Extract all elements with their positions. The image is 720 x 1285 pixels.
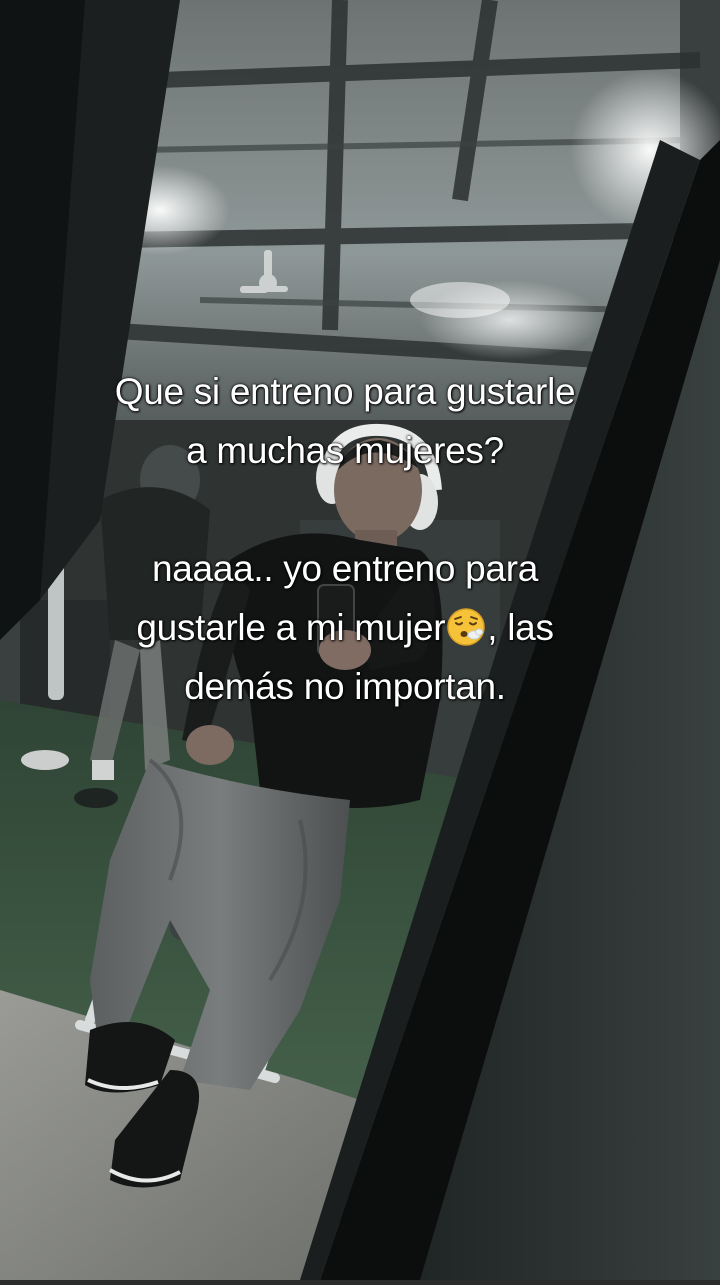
sighing-face-emoji-icon xyxy=(447,608,486,646)
caption-line-5: demás no importan. xyxy=(184,666,506,707)
caption-line-4-text: gustarle a mi mujer xyxy=(136,607,446,648)
caption-line-4-tail: , las xyxy=(487,607,554,648)
overlay-caption: Que si entreno para gustarle a muchas mu… xyxy=(20,362,670,716)
caption-line-2: a muchas mujeres? xyxy=(186,430,504,471)
caption-line-4: gustarle a mi mujer , las xyxy=(20,598,670,657)
caption-line-3: naaaa.. yo entreno para xyxy=(151,548,538,589)
caption-line-1: Que si entreno para gustarle xyxy=(114,371,576,412)
